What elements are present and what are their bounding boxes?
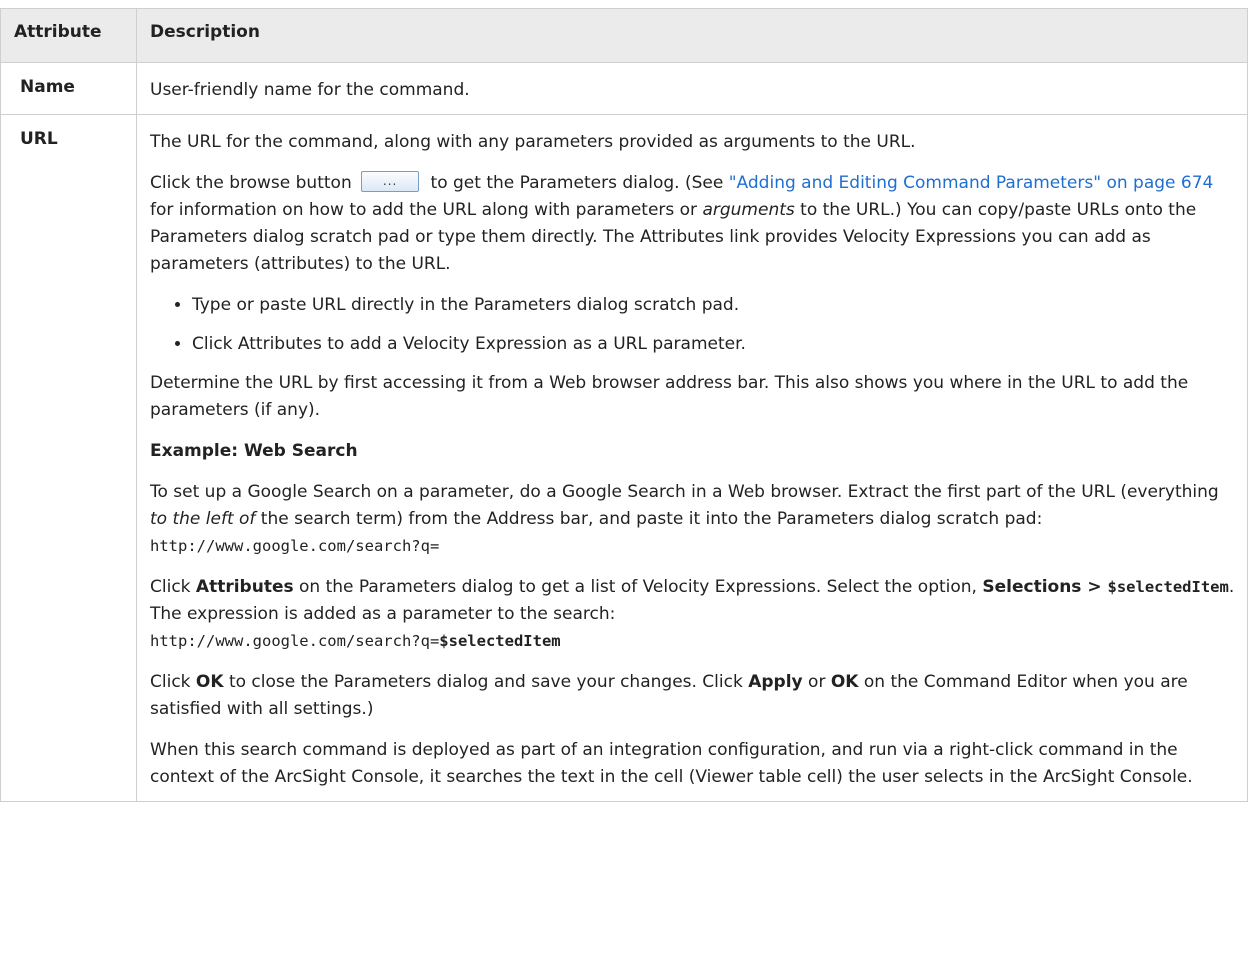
text-segment: Click	[150, 672, 196, 692]
code-bold: $selectedItem	[1107, 578, 1229, 596]
text-segment: for information on how to add the URL al…	[150, 200, 703, 220]
description-url-cell: The URL for the command, along with any …	[136, 114, 1248, 802]
url-paragraph-5: Click Attributes on the Parameters dialo…	[150, 574, 1235, 655]
emphasis-text: to the left of	[150, 509, 256, 529]
header-description: Description	[136, 8, 1248, 63]
url-paragraph-6: Click OK to close the Parameters dialog …	[150, 669, 1235, 723]
attribute-table: Attribute Description Name User-friendly…	[0, 8, 1248, 802]
bold-text: OK	[830, 672, 859, 692]
url-paragraph-3: Determine the URL by first accessing it …	[150, 373, 1189, 420]
text-segment: Click	[150, 577, 196, 597]
cross-reference-link[interactable]: "Adding and Editing Command Parameters" …	[729, 173, 1214, 193]
bold-text: Attributes	[195, 577, 294, 597]
text-segment: to close the Parameters dialog and save …	[223, 672, 749, 692]
text-segment: to get the Parameters dialog. (See	[425, 173, 729, 193]
list-item: Click Attributes to add a Velocity Expre…	[192, 331, 1235, 358]
code-url: http://www.google.com/search?q=	[150, 537, 440, 555]
url-paragraph-2: Click the browse button ... to get the P…	[150, 170, 1235, 278]
url-paragraph-7: When this search command is deployed as …	[150, 740, 1193, 787]
text-segment: the search term) from the Address bar, a…	[255, 509, 1043, 529]
example-heading-text: Example: Web Search	[150, 441, 358, 461]
browse-button-label: ...	[382, 173, 398, 188]
header-attribute: Attribute	[0, 8, 137, 63]
description-name-cell: User-friendly name for the command.	[136, 62, 1248, 115]
text-segment: or	[802, 672, 831, 692]
browse-button[interactable]: ...	[361, 170, 420, 192]
bold-text: Apply	[748, 672, 803, 692]
code-url: http://www.google.com/search?q=	[150, 632, 440, 650]
bold-text: OK	[195, 672, 224, 692]
url-paragraph-1: The URL for the command, along with any …	[150, 132, 916, 152]
list-item: Type or paste URL directly in the Parame…	[192, 292, 1235, 319]
bullet-list: Type or paste URL directly in the Parame…	[150, 292, 1235, 358]
code-bold: $selectedItem	[439, 632, 561, 650]
table-row-name: Name User-friendly name for the command.	[0, 62, 1248, 115]
table-row-url: URL The URL for the command, along with …	[0, 114, 1248, 802]
text-segment: Click the browse button	[150, 173, 358, 193]
url-paragraph-4: To set up a Google Search on a parameter…	[150, 479, 1235, 560]
example-heading: Example: Web Search	[150, 438, 1235, 465]
emphasis-text: arguments	[702, 200, 795, 220]
text-segment: To set up a Google Search on a parameter…	[150, 482, 1219, 502]
table-header-row: Attribute Description	[0, 8, 1248, 63]
text-segment: on the Parameters dialog to get a list o…	[293, 577, 983, 597]
bold-text: Selections >	[982, 577, 1108, 597]
attribute-name-cell: Name	[0, 62, 137, 115]
name-description: User-friendly name for the command.	[150, 80, 470, 100]
attribute-url-cell: URL	[0, 114, 137, 802]
